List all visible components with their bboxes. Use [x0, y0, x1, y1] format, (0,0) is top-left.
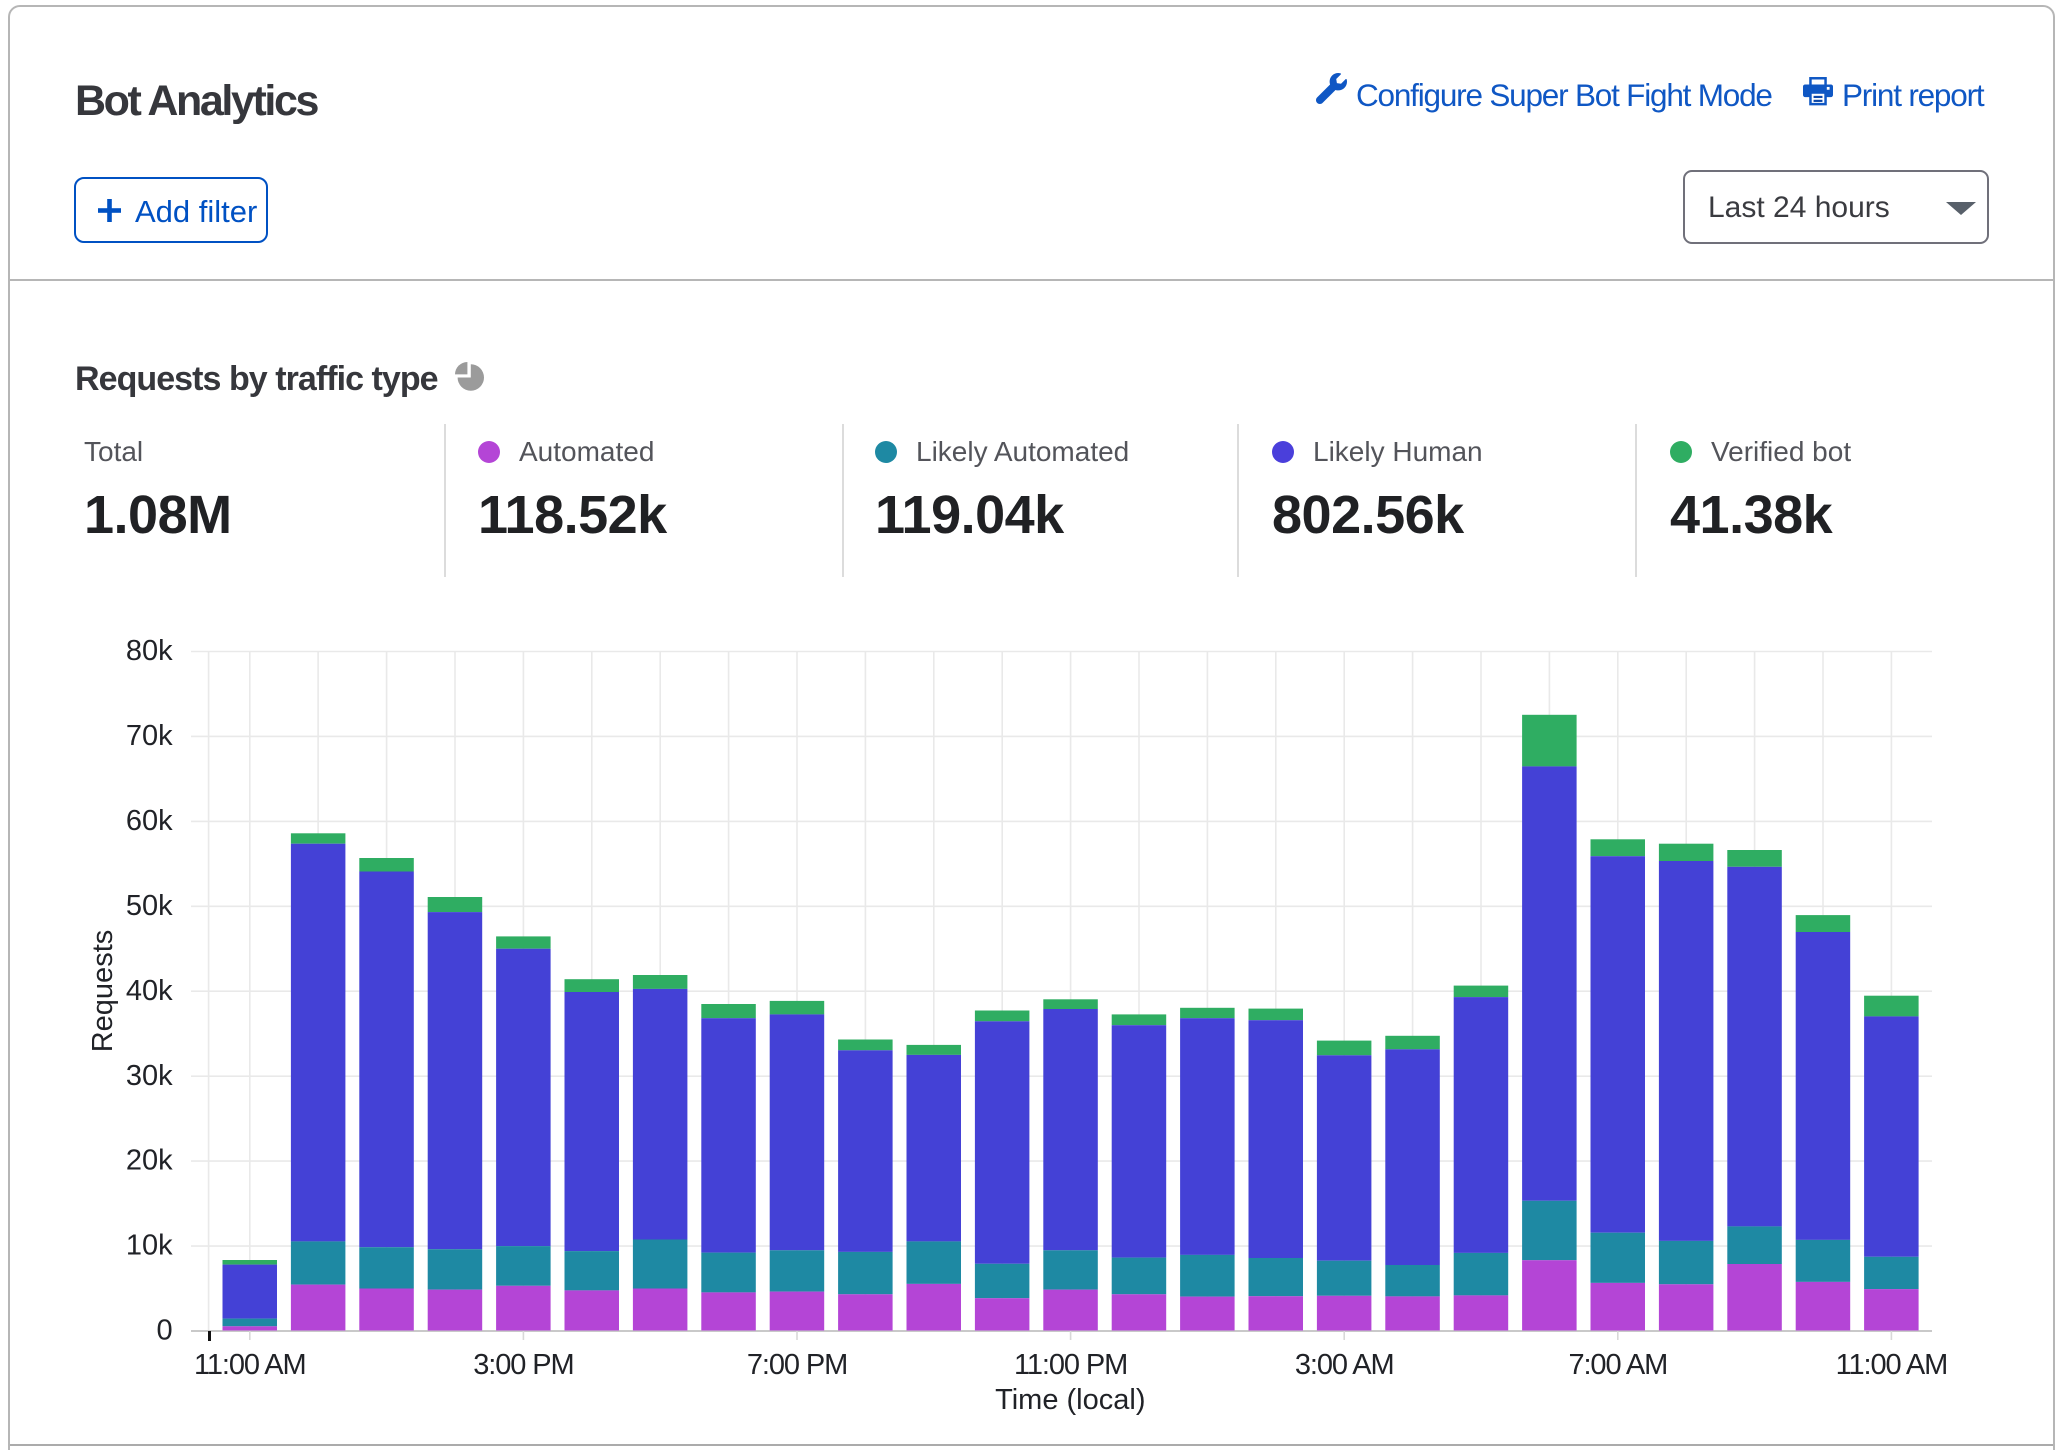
svg-text:50k: 50k — [126, 890, 173, 922]
svg-text:30k: 30k — [126, 1060, 173, 1092]
svg-text:3:00 PM: 3:00 PM — [473, 1349, 573, 1381]
svg-text:0: 0 — [157, 1315, 173, 1347]
svg-text:40k: 40k — [126, 975, 173, 1007]
svg-text:11:00 PM: 11:00 PM — [1014, 1349, 1127, 1381]
svg-text:10k: 10k — [126, 1230, 173, 1262]
svg-text:70k: 70k — [126, 720, 173, 752]
svg-text:Time (local): Time (local) — [995, 1384, 1145, 1416]
svg-text:20k: 20k — [126, 1145, 173, 1177]
svg-text:11:00 AM: 11:00 AM — [1836, 1349, 1948, 1381]
svg-text:7:00 PM: 7:00 PM — [747, 1349, 847, 1381]
svg-text:7:00 AM: 7:00 AM — [1568, 1349, 1667, 1381]
svg-text:3:00 AM: 3:00 AM — [1295, 1349, 1394, 1381]
svg-text:80k: 80k — [126, 635, 173, 667]
svg-text:60k: 60k — [126, 805, 173, 837]
svg-text:11:00 AM: 11:00 AM — [194, 1349, 306, 1381]
svg-text:Requests: Requests — [87, 930, 119, 1053]
